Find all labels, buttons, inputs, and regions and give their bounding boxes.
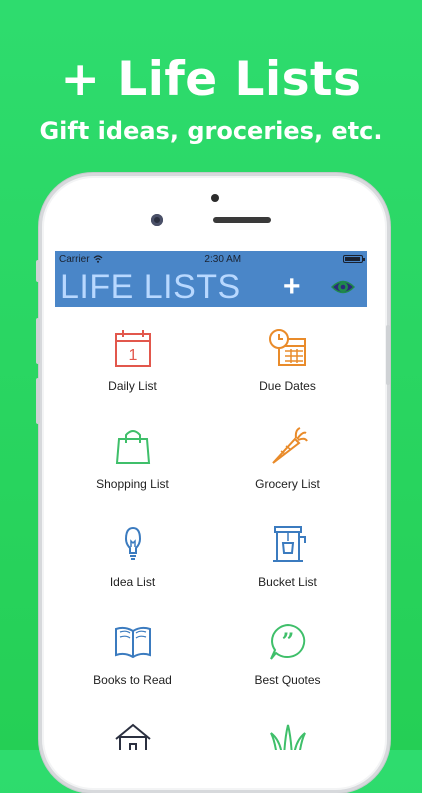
list-grid: 1 Daily List Due Dates Shopping List Gro… bbox=[55, 307, 367, 750]
open-book-icon bbox=[114, 626, 151, 659]
eye-icon[interactable] bbox=[331, 277, 355, 297]
list-item-idea[interactable]: Idea List bbox=[55, 523, 210, 621]
clock-label: 2:30 AM bbox=[204, 253, 242, 265]
volume-up-button bbox=[36, 318, 40, 364]
lightbulb-icon bbox=[124, 526, 141, 560]
list-item-daily[interactable]: 1 Daily List bbox=[55, 327, 210, 425]
list-item-label: Grocery List bbox=[255, 477, 320, 491]
carrot-icon bbox=[271, 427, 308, 464]
list-item-shopping[interactable]: Shopping List bbox=[55, 425, 210, 523]
list-item-label: Shopping List bbox=[96, 477, 169, 491]
mute-switch bbox=[36, 260, 40, 282]
list-item-quotes[interactable]: ” Best Quotes bbox=[210, 621, 365, 719]
nav-bar: LIFE LISTS + bbox=[55, 267, 367, 307]
clock-calendar-icon bbox=[268, 329, 306, 366]
list-item-label: Daily List bbox=[108, 379, 157, 393]
app-title: LIFE LISTS bbox=[60, 267, 241, 306]
list-item-label: Best Quotes bbox=[254, 673, 321, 687]
list-item-label: Due Dates bbox=[259, 379, 316, 393]
shopping-bag-icon bbox=[115, 430, 150, 464]
carrier-label: Carrier bbox=[59, 253, 90, 265]
list-item-label: Bucket List bbox=[258, 575, 317, 589]
wifi-icon bbox=[93, 255, 102, 263]
svg-text:”: ” bbox=[281, 629, 294, 655]
add-list-button[interactable]: + bbox=[283, 272, 301, 302]
calendar-icon: 1 bbox=[114, 330, 151, 367]
promo-headline: + Life Lists bbox=[60, 52, 362, 107]
promo-subline: Gift ideas, groceries, etc. bbox=[39, 117, 383, 145]
list-item-due-dates[interactable]: Due Dates bbox=[210, 327, 365, 425]
battery-icon bbox=[342, 255, 365, 263]
calendar-day-label: 1 bbox=[128, 347, 137, 364]
grass-icon bbox=[269, 724, 306, 750]
earpiece-speaker bbox=[213, 217, 271, 223]
list-item-grocery[interactable]: Grocery List bbox=[210, 425, 365, 523]
front-camera bbox=[151, 214, 163, 226]
list-item-books[interactable]: Books to Read bbox=[55, 621, 210, 719]
bucket-well-icon bbox=[272, 526, 306, 562]
app-screen: Carrier 2:30 AM LIFE LISTS + 1 Daily Lis… bbox=[55, 251, 367, 750]
proximity-sensor bbox=[211, 194, 219, 202]
house-icon bbox=[114, 723, 151, 750]
volume-down-button bbox=[36, 378, 40, 424]
status-bar: Carrier 2:30 AM bbox=[55, 251, 367, 267]
quote-bubble-icon: ” bbox=[269, 623, 305, 660]
list-item-garden[interactable] bbox=[210, 719, 365, 750]
list-item-label: Books to Read bbox=[93, 673, 172, 687]
list-item-house[interactable] bbox=[55, 719, 210, 750]
list-item-label: Idea List bbox=[109, 575, 156, 589]
list-item-bucket[interactable]: Bucket List bbox=[210, 523, 365, 621]
power-button bbox=[386, 325, 390, 385]
